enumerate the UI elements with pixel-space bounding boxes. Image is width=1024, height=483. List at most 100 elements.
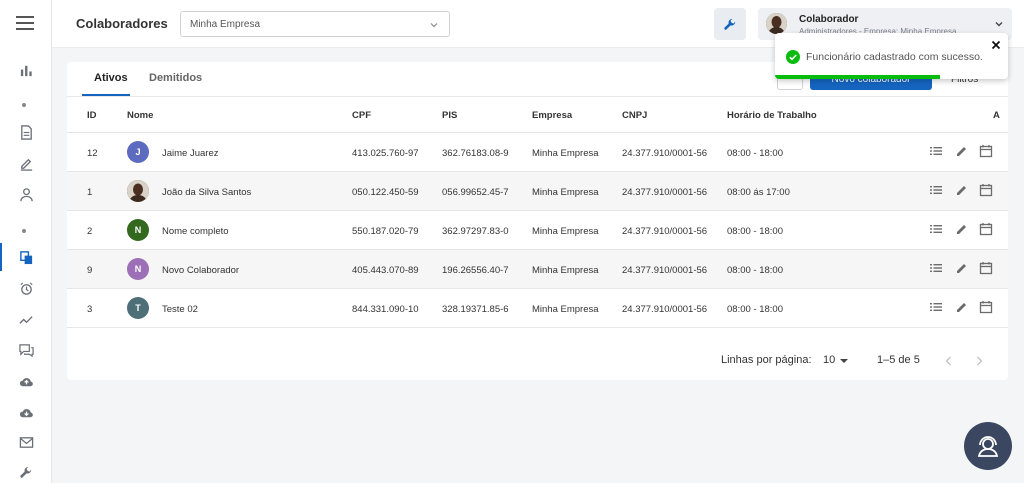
chevron-right-icon[interactable] (973, 355, 985, 367)
menu-icon[interactable] (16, 15, 36, 31)
triangle-down-icon[interactable] (840, 359, 848, 363)
calendar-icon[interactable] (979, 144, 993, 158)
tab-indicator (82, 94, 130, 96)
tab-ativos[interactable]: Ativos (94, 72, 128, 84)
sidebar-dot (22, 103, 26, 107)
company-select-value: Minha Empresa (190, 19, 261, 30)
list-icon[interactable] (929, 222, 943, 236)
table-row[interactable]: J 12 Jaime Juarez 413.025.760-97 362.76183.0… (67, 133, 1008, 172)
support-chat-button[interactable] (964, 422, 1012, 470)
page-title: Colaboradores (76, 16, 168, 31)
cell-horario: 08:00 - 18:00 (727, 265, 783, 276)
cell-cnpj: 24.377.910/0001-56 (622, 187, 708, 198)
bar-chart-icon (20, 65, 32, 76)
cell-name: Nome completo (162, 226, 229, 237)
cell-empresa: Minha Empresa (532, 226, 599, 237)
column-header-empresa[interactable]: Empresa (532, 110, 572, 121)
cell-id: 3 (87, 304, 93, 315)
edit-icon[interactable] (955, 300, 969, 314)
tab-demitidos[interactable]: Demitidos (149, 72, 202, 84)
cell-cpf: 413.025.760-97 (352, 148, 419, 159)
calendar-icon[interactable] (979, 222, 993, 236)
sidebar-item-documents[interactable] (0, 118, 52, 146)
column-header-cpf[interactable]: CPF (352, 110, 371, 121)
table-row[interactable]: 1 João da Silva Santos 050.122.450-59 056.9… (67, 172, 1008, 211)
cell-empresa: Minha Empresa (532, 148, 599, 159)
sidebar-item-dashboard[interactable] (0, 56, 52, 84)
cell-name: João da Silva Santos (162, 187, 252, 198)
cell-cpf: 050.122.450-59 (352, 187, 419, 198)
calendar-icon[interactable] (979, 183, 993, 197)
calendar-icon[interactable] (979, 300, 993, 314)
row-actions (929, 222, 999, 238)
cell-id: 2 (87, 226, 93, 237)
edit-icon (20, 158, 32, 171)
cell-id: 1 (87, 187, 93, 198)
cell-pis: 362.97297.83-0 (442, 226, 509, 237)
chevron-down-icon (430, 23, 438, 28)
row-actions (929, 261, 999, 277)
cell-cnpj: 24.377.910/0001-56 (622, 265, 708, 276)
list-icon[interactable] (929, 183, 943, 197)
close-icon[interactable] (990, 39, 1002, 51)
avatar (766, 13, 787, 34)
row-actions (929, 144, 999, 160)
wrench-icon (19, 466, 31, 478)
settings-tool-button[interactable] (714, 8, 746, 40)
sidebar-item-alarm[interactable] (0, 274, 52, 302)
cell-empresa: Minha Empresa (532, 304, 599, 315)
cell-cpf: 844.331.090-10 (352, 304, 419, 315)
edit-icon[interactable] (955, 222, 969, 236)
list-icon[interactable] (929, 144, 943, 158)
cell-pis: 196.26556.40-7 (442, 265, 509, 276)
edit-icon[interactable] (955, 183, 969, 197)
sidebar-item-download[interactable] (0, 398, 52, 426)
support-agent-icon (977, 436, 999, 457)
cell-pis: 056.99652.45-7 (442, 187, 509, 198)
edit-icon[interactable] (955, 261, 969, 275)
person-icon (19, 187, 33, 201)
column-header-actions: A (993, 110, 1000, 121)
column-header-cnpj[interactable]: CNPJ (622, 110, 647, 121)
avatar: N (127, 258, 149, 280)
cell-cpf: 405.443.070-89 (352, 265, 419, 276)
column-header-id[interactable]: ID (87, 110, 97, 121)
table-row[interactable]: N 2 Nome completo 550.187.020-79 362.97297.8… (67, 211, 1008, 250)
avatar: J (127, 141, 149, 163)
list-icon[interactable] (929, 261, 943, 275)
table-header: ID Nome CPF PIS Empresa CNPJ Horário de … (67, 98, 1008, 133)
column-header-pis[interactable]: PIS (442, 110, 457, 121)
avatar: N (127, 219, 149, 241)
edit-icon[interactable] (955, 144, 969, 158)
employees-card: Ativos Demitidos Novo colaborador Filtro… (67, 62, 1008, 380)
success-toast: Funcionário cadastrado com sucesso. (775, 33, 1008, 79)
sidebar-item-upload[interactable] (0, 367, 52, 395)
sidebar-item-person[interactable] (0, 180, 52, 208)
sidebar-item-mail[interactable] (0, 428, 52, 456)
cell-cnpj: 24.377.910/0001-56 (622, 226, 708, 237)
column-header-nome[interactable]: Nome (127, 110, 153, 121)
rows-per-page-select[interactable]: 10 (823, 354, 835, 366)
cell-pis: 362.76183.08-9 (442, 148, 509, 159)
sidebar-item-trend[interactable] (0, 305, 52, 333)
cell-horario: 08:00 ás 17:00 (727, 187, 790, 198)
cell-cnpj: 24.377.910/0001-56 (622, 148, 708, 159)
sidebar-item-tools[interactable] (0, 458, 52, 483)
sidebar-item-colaboradores[interactable] (0, 243, 52, 271)
company-select[interactable]: Minha Empresa (180, 11, 450, 37)
list-icon[interactable] (929, 300, 943, 314)
calendar-icon[interactable] (979, 261, 993, 275)
cloud-download-icon (19, 408, 33, 417)
table-row[interactable]: N 9 Novo Colaborador 405.443.070-89 196.2655… (67, 250, 1008, 289)
table-row[interactable]: T 3 Teste 02 844.331.090-10 328.19371.85-6 Mi… (67, 289, 1008, 328)
sidebar-item-edit[interactable] (0, 149, 52, 177)
toast-message: Funcionário cadastrado com sucesso. (806, 51, 983, 63)
sidebar (0, 0, 52, 483)
copy-icon (19, 250, 32, 264)
column-header-horario[interactable]: Horário de Trabalho (727, 110, 817, 121)
chevron-left-icon[interactable] (943, 355, 955, 367)
sidebar-item-chat[interactable] (0, 336, 52, 364)
cloud-upload-icon (19, 377, 33, 386)
user-name: Colaborador (799, 14, 859, 25)
avatar: T (127, 297, 149, 319)
